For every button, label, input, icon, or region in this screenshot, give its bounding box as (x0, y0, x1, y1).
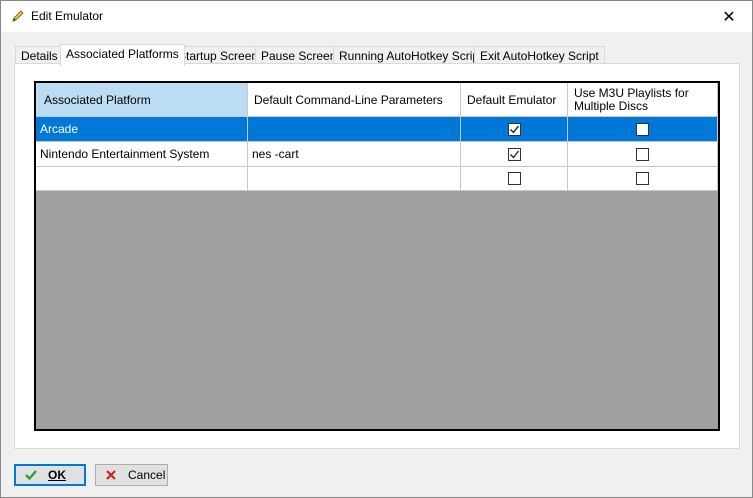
m3u-cell (568, 117, 718, 142)
platform-cell[interactable]: Nintendo Entertainment System (36, 142, 248, 167)
pencil-icon (11, 9, 25, 23)
ok-button-label: OK (48, 468, 66, 482)
column-header-params[interactable]: Default Command-Line Parameters (248, 83, 461, 117)
table-row[interactable]: Arcade (36, 117, 718, 142)
grid-header-row: Associated Platform Default Command-Line… (36, 83, 718, 117)
platform-cell[interactable]: Arcade (36, 117, 248, 142)
default-emulator-checkbox[interactable] (507, 122, 521, 136)
default-emulator-cell (461, 142, 568, 167)
close-button[interactable]: ✕ (706, 1, 752, 32)
m3u-checkbox[interactable] (636, 172, 649, 185)
ok-button[interactable]: OK (14, 464, 86, 486)
checkmark-icon (24, 468, 38, 482)
params-cell[interactable] (248, 167, 461, 191)
column-header-m3u[interactable]: Use M3U Playlists for Multiple Discs (568, 83, 718, 117)
column-header-platform[interactable]: Associated Platform (36, 83, 248, 117)
default-emulator-cell (461, 167, 568, 191)
column-header-default-emulator[interactable]: Default Emulator (461, 83, 568, 117)
tab-associated-platforms[interactable]: Associated Platforms (60, 44, 185, 66)
m3u-checkbox[interactable] (636, 122, 649, 136)
default-emulator-cell (461, 117, 568, 142)
platforms-grid[interactable]: Associated Platform Default Command-Line… (34, 81, 720, 431)
cancel-button[interactable]: Cancel (95, 464, 168, 486)
title-bar: Edit Emulator ✕ (1, 1, 752, 32)
close-icon: ✕ (722, 8, 736, 26)
cancel-x-icon (104, 468, 118, 482)
params-cell[interactable]: nes -cart (248, 142, 461, 167)
table-row-new[interactable] (36, 167, 718, 191)
m3u-cell (568, 167, 718, 191)
platform-cell[interactable] (36, 167, 248, 191)
default-emulator-checkbox[interactable] (507, 172, 521, 185)
table-row[interactable]: Nintendo Entertainment System nes -cart (36, 142, 718, 167)
window-title: Edit Emulator (31, 9, 104, 23)
params-cell[interactable] (248, 117, 461, 142)
m3u-checkbox[interactable] (636, 147, 649, 161)
m3u-cell (568, 142, 718, 167)
default-emulator-checkbox[interactable] (507, 147, 521, 161)
edit-emulator-window: Edit Emulator ✕ Details Associated Platf… (0, 0, 753, 498)
cancel-button-label: Cancel (128, 468, 166, 482)
